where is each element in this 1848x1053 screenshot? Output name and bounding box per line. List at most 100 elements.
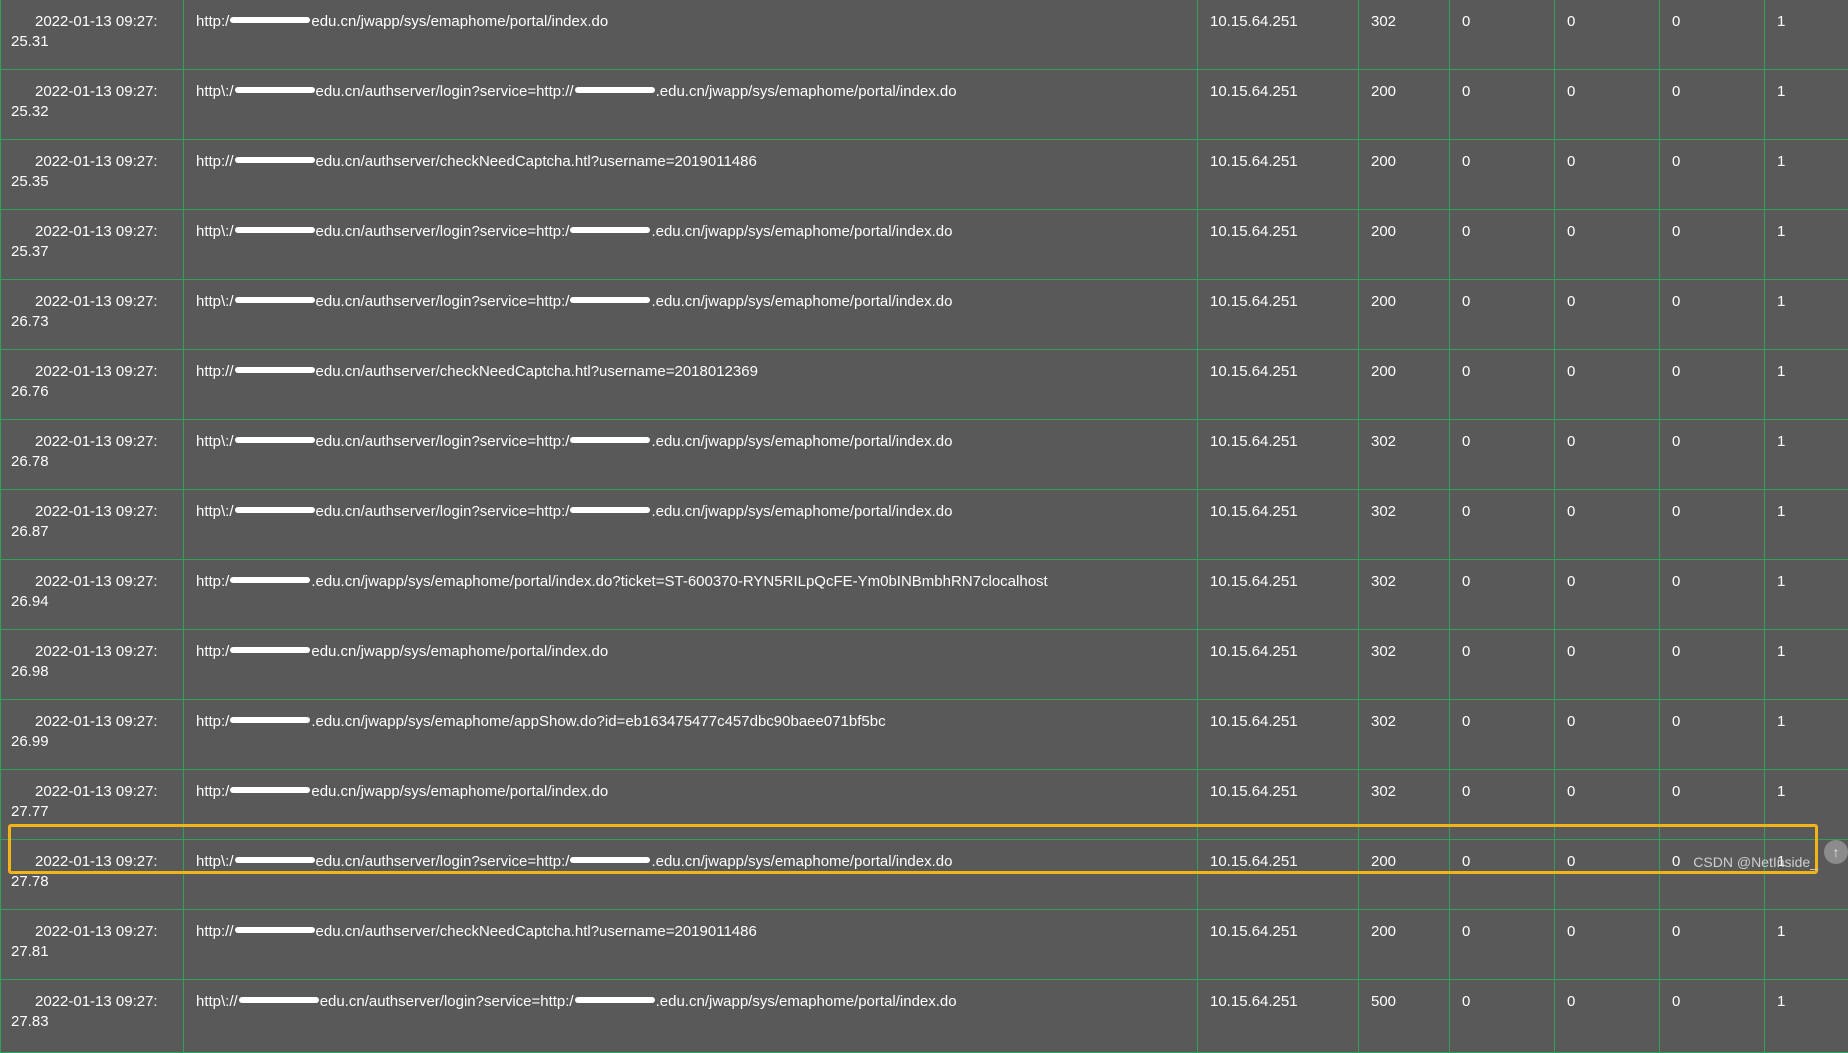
- cell-ip: 10.15.64.251: [1198, 280, 1359, 350]
- time-seconds: 27.78: [11, 873, 49, 890]
- cell-count-4: 1: [1765, 630, 1848, 700]
- cell-ip: 10.15.64.251: [1198, 490, 1359, 560]
- cell-count-4: 1: [1765, 0, 1848, 70]
- redacted-host-mask: [230, 647, 310, 653]
- time-seconds: 25.31: [11, 33, 49, 50]
- cell-status: 302: [1359, 560, 1450, 630]
- time-seconds: 25.37: [11, 243, 49, 260]
- cell-status: 200: [1359, 910, 1450, 980]
- cell-count-1: 0: [1450, 70, 1555, 140]
- url-path: edu.cn/authserver/login?service=http://: [316, 83, 574, 100]
- scroll-to-top-button[interactable]: ↑: [1824, 840, 1848, 864]
- cell-status: 200: [1359, 210, 1450, 280]
- redacted-host-mask: [570, 437, 650, 443]
- url-service-path: .edu.cn/jwapp/sys/emaphome/portal/index.…: [656, 83, 957, 100]
- url-service-path: .edu.cn/jwapp/sys/emaphome/portal/index.…: [651, 433, 952, 450]
- cell-url: http:/.edu.cn/jwapp/sys/emaphome/portal/…: [184, 560, 1198, 630]
- table-row: 2022-01-13 09:27:26.94http:/.edu.cn/jwap…: [1, 560, 1848, 630]
- cell-time: 2022-01-13 09:27:27.78: [1, 840, 184, 910]
- cell-ip: 10.15.64.251: [1198, 700, 1359, 770]
- cell-count-4: 1: [1765, 210, 1848, 280]
- time-date: 2022-01-13 09:27:: [11, 502, 183, 522]
- cell-url: http\:/edu.cn/authserver/login?service=h…: [184, 490, 1198, 560]
- cell-count-2: 0: [1555, 630, 1660, 700]
- time-seconds: 26.99: [11, 733, 49, 750]
- cell-status: 200: [1359, 350, 1450, 420]
- time-seconds: 26.87: [11, 523, 49, 540]
- cell-count-2: 0: [1555, 840, 1660, 910]
- cell-count-3: 0: [1660, 560, 1765, 630]
- table-row: 2022-01-13 09:27:25.31http:/edu.cn/jwapp…: [1, 0, 1848, 70]
- cell-count-1: 0: [1450, 350, 1555, 420]
- redacted-host-mask: [230, 17, 310, 23]
- url-path: edu.cn/authserver/login?service=http:/: [316, 853, 570, 870]
- table-row: 2022-01-13 09:27:25.35http://edu.cn/auth…: [1, 140, 1848, 210]
- cell-count-3: 0: [1660, 630, 1765, 700]
- cell-ip: 10.15.64.251: [1198, 980, 1359, 1053]
- table-row: 2022-01-13 09:27:26.78http\:/edu.cn/auth…: [1, 420, 1848, 490]
- cell-time: 2022-01-13 09:27:26.78: [1, 420, 184, 490]
- table-row: 2022-01-13 09:27:26.98 http:/edu.cn/jwapp…: [1, 630, 1848, 700]
- redacted-host-mask: [570, 507, 650, 513]
- redacted-host-mask: [235, 927, 315, 933]
- time-seconds: 26.78: [11, 453, 49, 470]
- cell-ip: 10.15.64.251: [1198, 70, 1359, 140]
- cell-status: 302: [1359, 490, 1450, 560]
- redacted-host-mask: [239, 997, 319, 1003]
- cell-count-4: 1: [1765, 770, 1848, 840]
- cell-time: 2022-01-13 09:27:26.94: [1, 560, 184, 630]
- cell-status: 200: [1359, 280, 1450, 350]
- url-prefix: http\:/: [196, 293, 234, 310]
- time-date: 2022-01-13 09:27:: [11, 12, 183, 32]
- url-prefix: http://: [196, 363, 234, 380]
- redacted-host-mask: [235, 857, 315, 863]
- cell-count-2: 0: [1555, 280, 1660, 350]
- url-service-path: .edu.cn/jwapp/sys/emaphome/portal/index.…: [651, 223, 952, 240]
- time-date: 2022-01-13 09:27:: [11, 782, 183, 802]
- cell-count-1: 0: [1450, 280, 1555, 350]
- cell-url: http\://edu.cn/authserver/login?service=…: [184, 980, 1198, 1053]
- time-seconds: 26.98: [11, 663, 49, 680]
- cell-count-2: 0: [1555, 910, 1660, 980]
- cell-count-4: 1: [1765, 490, 1848, 560]
- cell-count-1: 0: [1450, 0, 1555, 70]
- redacted-host-mask: [570, 297, 650, 303]
- cell-count-3: 0: [1660, 840, 1765, 910]
- cell-time: 2022-01-13 09:27:27.83: [1, 980, 184, 1053]
- cell-count-3: 0: [1660, 770, 1765, 840]
- cell-status: 302: [1359, 630, 1450, 700]
- cell-ip: 10.15.64.251: [1198, 140, 1359, 210]
- cell-count-1: 0: [1450, 490, 1555, 560]
- cell-url: http\:/edu.cn/authserver/login?service=h…: [184, 210, 1198, 280]
- cell-count-3: 0: [1660, 350, 1765, 420]
- cell-count-2: 0: [1555, 140, 1660, 210]
- cell-time: 2022-01-13 09:27:26.87: [1, 490, 184, 560]
- cell-count-3: 0: [1660, 0, 1765, 70]
- cell-count-2: 0: [1555, 700, 1660, 770]
- redacted-host-mask: [235, 87, 315, 93]
- time-seconds: 26.73: [11, 313, 49, 330]
- time-date: 2022-01-13 09:27:: [11, 292, 183, 312]
- url-prefix: http:/: [196, 573, 229, 590]
- cell-time: 2022-01-13 09:27:25.35: [1, 140, 184, 210]
- cell-url: http://edu.cn/authserver/checkNeedCaptch…: [184, 140, 1198, 210]
- table-row: 2022-01-13 09:27:27.81http://edu.cn/auth…: [1, 910, 1848, 980]
- cell-count-3: 0: [1660, 210, 1765, 280]
- time-date: 2022-01-13 09:27:: [11, 642, 183, 662]
- table-row: 2022-01-13 09:27:26.76http://edu.cn/auth…: [1, 350, 1848, 420]
- cell-count-2: 0: [1555, 350, 1660, 420]
- cell-ip: 10.15.64.251: [1198, 840, 1359, 910]
- cell-count-2: 0: [1555, 420, 1660, 490]
- cell-time: 2022-01-13 09:27:27.77: [1, 770, 184, 840]
- cell-count-1: 0: [1450, 770, 1555, 840]
- cell-url: http:/edu.cn/jwapp/sys/emaphome/portal/i…: [184, 630, 1198, 700]
- url-path: edu.cn/authserver/login?service=http:/: [316, 433, 570, 450]
- cell-url: http\:/edu.cn/authserver/login?service=h…: [184, 420, 1198, 490]
- url-prefix: http:/: [196, 783, 229, 800]
- url-prefix: http://: [196, 923, 234, 940]
- cell-count-1: 0: [1450, 630, 1555, 700]
- url-path: edu.cn/authserver/login?service=http:/: [316, 223, 570, 240]
- url-service-path: .edu.cn/jwapp/sys/emaphome/portal/index.…: [651, 293, 952, 310]
- cell-count-1: 0: [1450, 560, 1555, 630]
- redacted-host-mask: [570, 227, 650, 233]
